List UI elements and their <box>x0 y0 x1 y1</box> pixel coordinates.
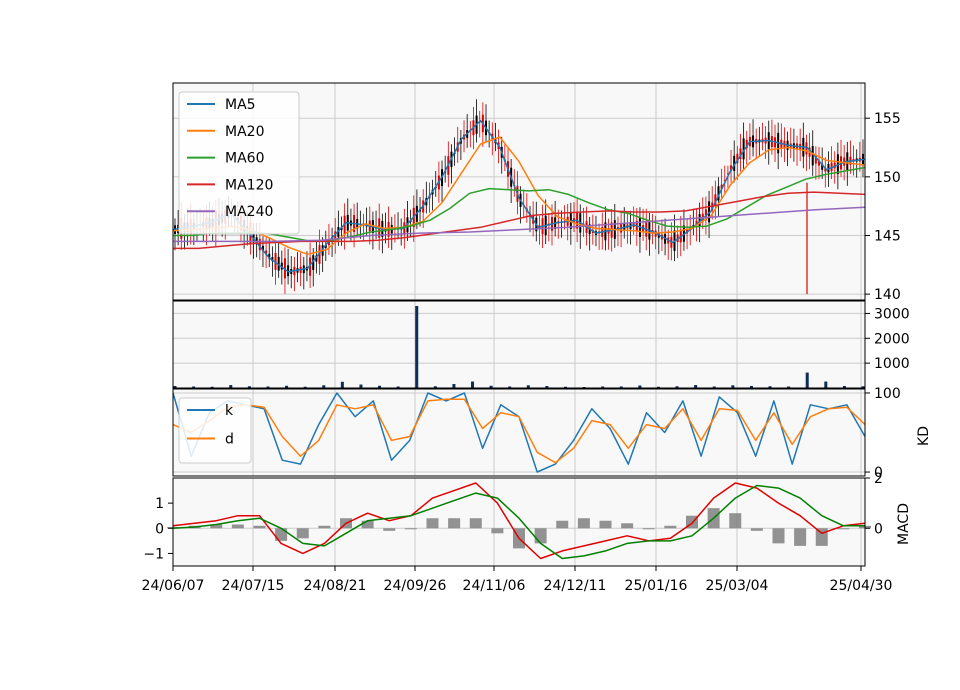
kd-legend: kd <box>178 397 252 464</box>
legend-box <box>178 397 252 464</box>
macd-hist-bar <box>642 528 655 530</box>
legend-label: MA20 <box>225 124 264 140</box>
macd-hist-bar <box>534 528 547 544</box>
y-tick-label: 155 <box>874 111 901 127</box>
volume-bar <box>471 381 475 388</box>
macd-hist-bar <box>469 518 482 529</box>
macd-hist-bar <box>815 528 828 546</box>
x-tick-label: 24/06/07 <box>142 578 205 594</box>
volume-bar <box>415 305 419 388</box>
macd-hist-bar <box>664 525 677 529</box>
y-tick-label: 140 <box>874 287 901 303</box>
volume-bar <box>359 384 363 388</box>
x-tick-label: 25/03/04 <box>706 578 769 594</box>
y-tick-label: 1000 <box>874 356 910 372</box>
macd-hist-bar <box>253 525 266 529</box>
legend-label: MA240 <box>225 204 273 220</box>
x-tick-label: 25/04/30 <box>830 578 893 594</box>
macd-hist-bar <box>231 524 244 529</box>
x-tick-label: 24/09/26 <box>384 578 447 594</box>
macd-hist-bar <box>426 518 439 529</box>
y-tick-label: 0 <box>874 521 883 537</box>
macd-hist-bar <box>577 518 590 529</box>
y-tick-label: 150 <box>874 170 901 186</box>
y-tick-label: −1 <box>143 546 164 562</box>
macd-hist-bar <box>794 528 807 546</box>
macd-hist-bar <box>729 513 742 529</box>
legend-label: k <box>225 403 234 419</box>
price-legend: MA5 MA20 MA60 MA120 MA240 <box>178 91 300 235</box>
y-tick-label: 3000 <box>874 306 910 322</box>
y-tick-label: 2000 <box>874 331 910 347</box>
legend-label: MA60 <box>225 151 264 167</box>
volume-bar <box>452 384 456 388</box>
x-tick-label: 24/07/15 <box>222 578 285 594</box>
x-tick-label: 24/12/11 <box>544 578 607 594</box>
macd-axis-label: MACD <box>896 503 912 545</box>
volume-bar <box>824 381 828 388</box>
volume-bar <box>340 381 344 388</box>
legend-label: MA120 <box>225 177 273 193</box>
macd-hist-bar <box>750 528 763 531</box>
volume-bar <box>805 372 809 388</box>
stock-chart-figure: 24/06/07 24/07/15 24/08/21 24/09/26 24/11/06… <box>0 0 960 690</box>
macd-hist-bar <box>361 520 374 529</box>
macd-hist-bar <box>772 528 785 544</box>
macd-hist-bar <box>404 528 417 530</box>
legend-label: MA5 <box>225 97 256 113</box>
x-tick-label: 24/08/21 <box>304 578 367 594</box>
macd-hist-bar <box>599 520 612 529</box>
macd-hist-bar <box>318 525 331 529</box>
macd-hist-bar <box>383 528 396 531</box>
macd-hist-bar <box>621 523 634 529</box>
y-tick-label: 2 <box>874 471 883 487</box>
kd-axis-label: KD <box>916 426 932 446</box>
macd-hist-bar <box>448 518 461 529</box>
y-tick-label: 0 <box>155 521 164 537</box>
x-tick-label: 25/01/16 <box>625 578 688 594</box>
macd-hist-bar <box>296 528 309 539</box>
x-tick-label: 24/11/06 <box>463 578 526 594</box>
volume-panel-bg <box>173 301 865 388</box>
macd-hist-bar <box>556 520 569 529</box>
y-tick-label: 100 <box>874 386 901 402</box>
y-tick-label: 1 <box>155 496 164 512</box>
candle-body <box>811 146 814 166</box>
macd-hist-bar <box>491 528 504 534</box>
y-tick-label: 145 <box>874 228 901 244</box>
macd-hist-bar <box>837 528 850 530</box>
legend-label: d <box>225 432 234 448</box>
